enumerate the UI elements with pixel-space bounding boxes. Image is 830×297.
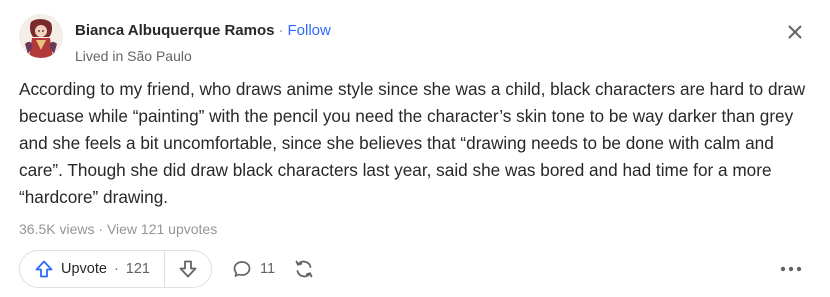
author-name[interactable]: Bianca Albuquerque Ramos <box>75 22 274 39</box>
answer-stats: 36.5K views · View 121 upvotes <box>19 219 217 239</box>
comment-count: 11 <box>260 261 276 277</box>
avatar[interactable] <box>19 14 63 58</box>
more-horizontal-icon <box>780 266 802 272</box>
author-separator: · <box>278 22 284 39</box>
follow-button[interactable]: Follow <box>287 22 330 39</box>
more-options-button[interactable] <box>774 254 808 284</box>
stats-separator: · <box>98 221 104 237</box>
comment-bubble-icon <box>233 261 251 277</box>
upvote-label: Upvote <box>61 261 107 277</box>
downvote-arrow-icon <box>179 260 197 278</box>
close-button[interactable] <box>780 17 810 47</box>
author-credential: Lived in São Paulo <box>75 48 192 64</box>
upvote-arrow-icon <box>35 260 53 278</box>
share-cycle-icon <box>295 260 313 278</box>
answer-card: Bianca Albuquerque Ramos · Follow Lived in… <box>0 0 830 297</box>
view-upvotes-link[interactable]: View 121 upvotes <box>107 221 217 237</box>
upvote-button[interactable]: Upvote · 121 <box>20 251 164 287</box>
view-count: 36.5K views <box>19 221 95 237</box>
close-icon <box>788 25 802 39</box>
avatar-illustration <box>19 14 63 58</box>
vote-group: Upvote · 121 <box>19 250 212 288</box>
upvote-separator: · <box>113 261 119 277</box>
comment-button[interactable]: 11 <box>224 250 283 288</box>
author-line: Bianca Albuquerque Ramos · Follow <box>75 21 331 41</box>
action-bar: Upvote · 121 11 <box>19 250 323 288</box>
upvote-count: 121 <box>125 261 150 277</box>
downvote-button[interactable] <box>165 251 211 287</box>
answer-body: According to my friend, who draws anime … <box>19 79 806 207</box>
share-button[interactable] <box>285 250 323 288</box>
